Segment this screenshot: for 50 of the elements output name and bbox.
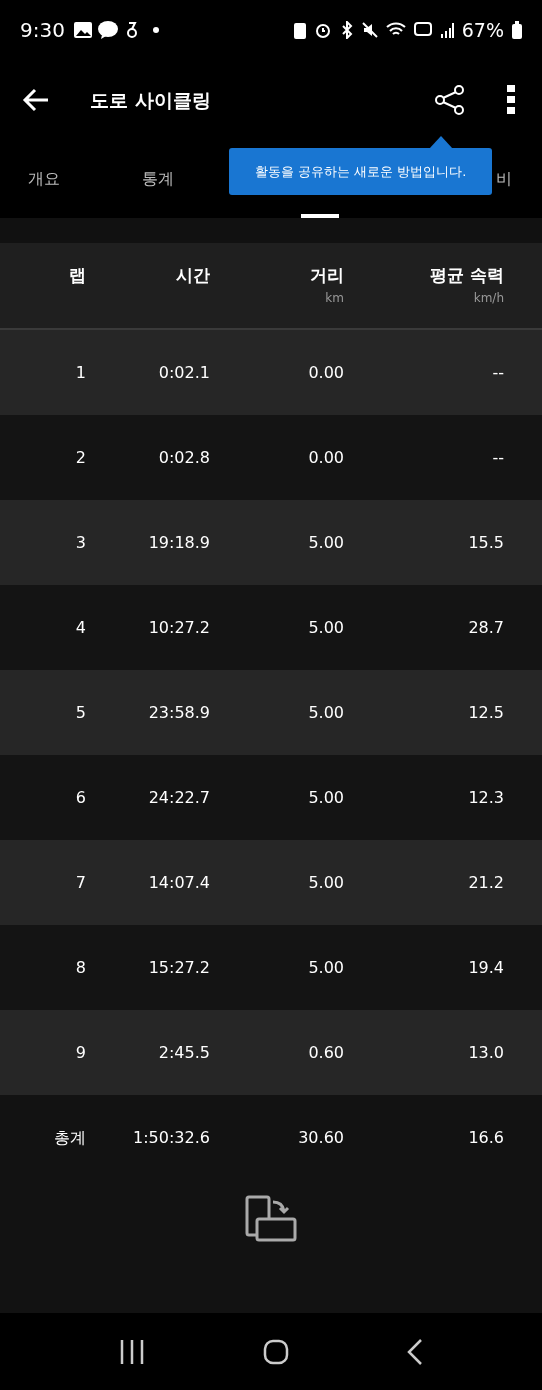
table-cell: 5.00 [308,957,344,977]
table-cell: 5.00 [308,702,344,722]
table-cell: 5.00 [308,872,344,892]
column-header: 거리 [310,265,344,285]
unit-label: km [324,291,344,306]
table-cell: 19:18.9 [148,532,210,552]
table-cell: 3 [75,532,86,552]
table-cell: 0.60 [308,1042,344,1062]
table-cell: 5 [75,702,86,722]
table-cell: 4 [75,617,86,637]
table-cell: 0:02.1 [158,362,210,382]
table-cell: 5.00 [308,532,344,552]
total-cell: 총계 [54,1127,86,1147]
table-cell: 15.5 [468,532,504,552]
table-cell: 1 [75,362,86,382]
table-cell: 0.00 [308,447,344,467]
table-cell: 14:07.4 [148,872,210,892]
unit-label: km/h [472,291,504,306]
battery-percent: 67% [461,17,504,43]
table-cell: 8 [75,957,86,977]
total-cell: 16.6 [468,1127,504,1147]
table-cell: 5.00 [308,787,344,807]
table-cell: -- [492,362,504,382]
table-cell: 13.0 [468,1042,504,1062]
table-cell: 28.7 [468,617,504,637]
column-header: 평균 속력 [430,265,504,285]
table-cell: 7 [75,872,86,892]
column-header: 시간 [176,265,210,285]
table-cell: 2:45.5 [158,1042,210,1062]
total-cell: 1:50:32.6 [133,1127,210,1147]
table-cell: -- [492,447,504,467]
tooltip: 활동을 공유하는 새로운 방법입니다. [229,148,492,195]
table-cell: 19.4 [468,957,504,977]
table-cell: 15:27.2 [148,957,210,977]
table-cell: 10:27.2 [148,617,210,637]
table-cell: 21.2 [468,872,504,892]
table-cell: 12.5 [468,702,504,722]
table-cell: 6 [75,787,86,807]
screen-title: 도로 사이클링 [90,87,211,113]
status-time: 9:30 [20,17,65,44]
table-cell: 2 [75,447,86,467]
table-cell: 24:22.7 [148,787,210,807]
table-cell: 0:02.8 [158,447,210,467]
table-cell: 5.00 [308,617,344,637]
table-cell: 12.3 [468,787,504,807]
table-cell: 9 [75,1042,86,1062]
total-cell: 30.60 [298,1127,344,1147]
column-header: 랩 [69,265,86,285]
table-cell: 23:58.9 [148,702,210,722]
table-cell: 0.00 [308,362,344,382]
